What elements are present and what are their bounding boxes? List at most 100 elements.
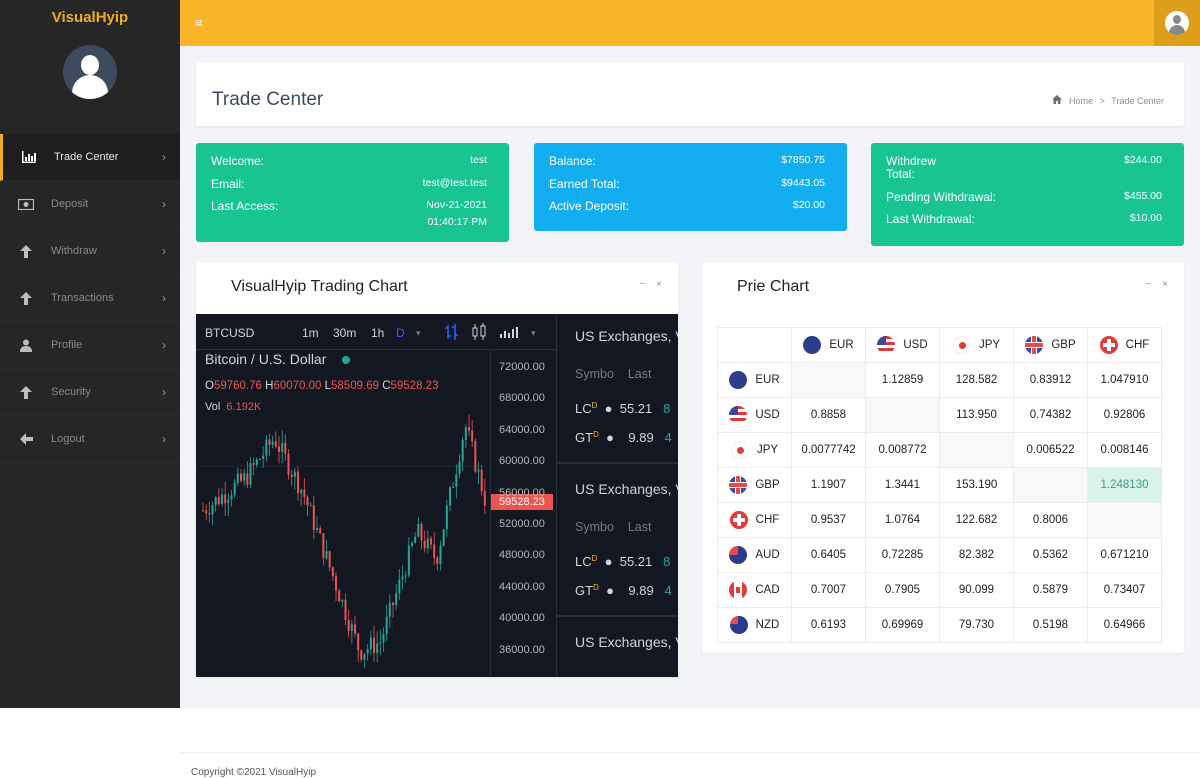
rate-cell[interactable]: 79.730: [939, 607, 1014, 643]
rate-cell[interactable]: 0.008146: [1087, 432, 1162, 468]
row-change: 4: [664, 583, 672, 598]
rate-cell[interactable]: [1013, 467, 1088, 503]
rate-cell[interactable]: 0.69969: [865, 607, 940, 643]
close-icon[interactable]: ×: [656, 279, 662, 290]
rate-cell[interactable]: 0.5198: [1013, 607, 1088, 643]
sidebar-item-trade-center[interactable]: Trade Center ›: [0, 134, 180, 181]
rate-cell[interactable]: 0.5879: [1013, 572, 1088, 608]
exchange-row[interactable]: GTD ● 9.89 4: [575, 583, 672, 598]
column-header-usd: USD: [865, 327, 940, 363]
user-avatar-button[interactable]: [1154, 0, 1200, 46]
candlestick-chart[interactable]: [196, 314, 490, 677]
exchange-row[interactable]: LCD ● 55.21 8: [575, 554, 670, 569]
rate-cell[interactable]: 1.12859: [865, 362, 940, 398]
rate-cell[interactable]: 1.248130: [1087, 467, 1162, 503]
candle-body: [477, 469, 480, 472]
rate-cell[interactable]: [865, 397, 940, 433]
rate-cell[interactable]: [1087, 502, 1162, 538]
exchange-title: US Exchanges, V: [575, 328, 678, 344]
candle-body: [385, 616, 388, 635]
exchange-block: US Exchanges, V Symbo Last LCD ● 55.21 8…: [557, 467, 678, 617]
nzd-flag-icon: [729, 616, 748, 634]
close-icon[interactable]: ×: [1162, 279, 1168, 290]
indicators-icon[interactable]: [500, 325, 518, 342]
rate-cell[interactable]: 153.190: [939, 467, 1014, 503]
rate-cell[interactable]: 0.5362: [1013, 537, 1088, 573]
user-icon: [1165, 11, 1189, 35]
rate-cell[interactable]: 0.006522: [1013, 432, 1088, 468]
sidebar: VisualHyip Trade Center › Deposit › With…: [0, 0, 180, 708]
sidebar-item-profile[interactable]: Profile ›: [0, 322, 180, 369]
candle-body: [221, 494, 223, 504]
rate-cell[interactable]: 0.671210: [1087, 537, 1162, 573]
rate-cell[interactable]: 1.3441: [865, 467, 940, 503]
rate-cell[interactable]: 0.7007: [791, 572, 866, 608]
rate-cell[interactable]: 0.0077742: [791, 432, 866, 468]
rate-cell[interactable]: 0.9537: [791, 502, 866, 538]
chevron-right-icon: ›: [162, 291, 166, 305]
table-row: GBP 1.1907 1.3441 153.190 1.248130: [717, 467, 1162, 503]
row-header-label: EUR: [755, 374, 780, 387]
brand-logo[interactable]: VisualHyip: [0, 0, 180, 40]
rate-cell[interactable]: 0.6405: [791, 537, 866, 573]
breadcrumb-home-link[interactable]: Home: [1069, 96, 1093, 106]
rate-cell[interactable]: 128.582: [939, 362, 1014, 398]
last-access-label: Last Access:: [211, 199, 279, 213]
rate-cell[interactable]: 122.682: [939, 502, 1014, 538]
candle-body: [265, 439, 268, 456]
exchange-block: US Exchanges, V Symbo Last LCD ● 55.21 8…: [557, 314, 678, 464]
rate-cell[interactable]: 1.047910: [1087, 362, 1162, 398]
rate-cell[interactable]: 90.099: [939, 572, 1014, 608]
column-header-chf: CHF: [1087, 327, 1162, 363]
minimize-icon[interactable]: −: [640, 279, 646, 290]
sidebar-avatar: [63, 45, 117, 99]
sidebar-item-security[interactable]: Security ›: [0, 369, 180, 416]
tradingview-widget[interactable]: BTCUSD 1m 30m 1h D ▾ ▾ Bitcoin / U.S. Do…: [196, 314, 556, 677]
rate-cell[interactable]: 0.83912: [1013, 362, 1088, 398]
candle-body: [309, 505, 312, 507]
withdrew-total-label: Withdrew: [886, 154, 937, 168]
candle-body: [373, 637, 375, 654]
sidebar-item-label: Logout: [51, 433, 85, 445]
rate-cell[interactable]: 0.74382: [1013, 397, 1088, 433]
rate-cell[interactable]: 0.8006: [1013, 502, 1088, 538]
candle-body: [464, 427, 467, 440]
rate-cell[interactable]: [791, 362, 866, 398]
exchange-columns: Symbo Last: [575, 520, 651, 534]
rate-cell[interactable]: 113.950: [939, 397, 1014, 433]
candle-body: [366, 649, 369, 654]
row-change: 8: [663, 401, 671, 416]
price-tick-label: 44000.00: [499, 580, 545, 593]
row-last: 9.89: [628, 430, 654, 445]
rate-cell[interactable]: 0.92806: [1087, 397, 1162, 433]
rate-cell[interactable]: 82.382: [939, 537, 1014, 573]
rate-cell[interactable]: 0.7905: [865, 572, 940, 608]
exchange-row[interactable]: GTD ● 9.89 4: [575, 430, 672, 445]
column-header-eur: EUR: [791, 327, 866, 363]
row-symbol: LC: [575, 554, 592, 569]
exchange-row[interactable]: LCD ● 55.21 8: [575, 401, 670, 416]
rate-cell[interactable]: 0.008772: [865, 432, 940, 468]
price-axis[interactable]: 59528.23 72000.00 68000.00 64000.00 60000.0…: [490, 350, 556, 677]
sidebar-item-withdraw[interactable]: Withdraw ›: [0, 228, 180, 275]
minimize-icon[interactable]: −: [1146, 279, 1152, 290]
rate-cell[interactable]: [939, 432, 1014, 468]
menu-toggle-icon[interactable]: ≡: [195, 15, 203, 30]
chevron-down-icon[interactable]: ▾: [531, 328, 536, 339]
rate-cell[interactable]: 0.73407: [1087, 572, 1162, 608]
rate-cell[interactable]: 0.8858: [791, 397, 866, 433]
rate-cell[interactable]: 1.0764: [865, 502, 940, 538]
rate-cell[interactable]: 0.64966: [1087, 607, 1162, 643]
sidebar-item-logout[interactable]: Logout ›: [0, 416, 180, 463]
candle-body: [205, 510, 208, 514]
earned-total-value: $9443.05: [781, 177, 825, 189]
rate-cell[interactable]: 1.1907: [791, 467, 866, 503]
rate-cell[interactable]: 0.72285: [865, 537, 940, 573]
rate-cell[interactable]: 0.6193: [791, 607, 866, 643]
sidebar-item-deposit[interactable]: Deposit ›: [0, 181, 180, 228]
row-header-chf: CHF: [717, 502, 792, 538]
sidebar-item-transactions[interactable]: Transactions ›: [0, 275, 180, 322]
exchanges-widget[interactable]: US Exchanges, V Symbo Last LCD ● 55.21 8…: [556, 314, 678, 677]
breadcrumb-separator: >: [1099, 96, 1105, 106]
row-header-label: GBP: [755, 479, 780, 492]
